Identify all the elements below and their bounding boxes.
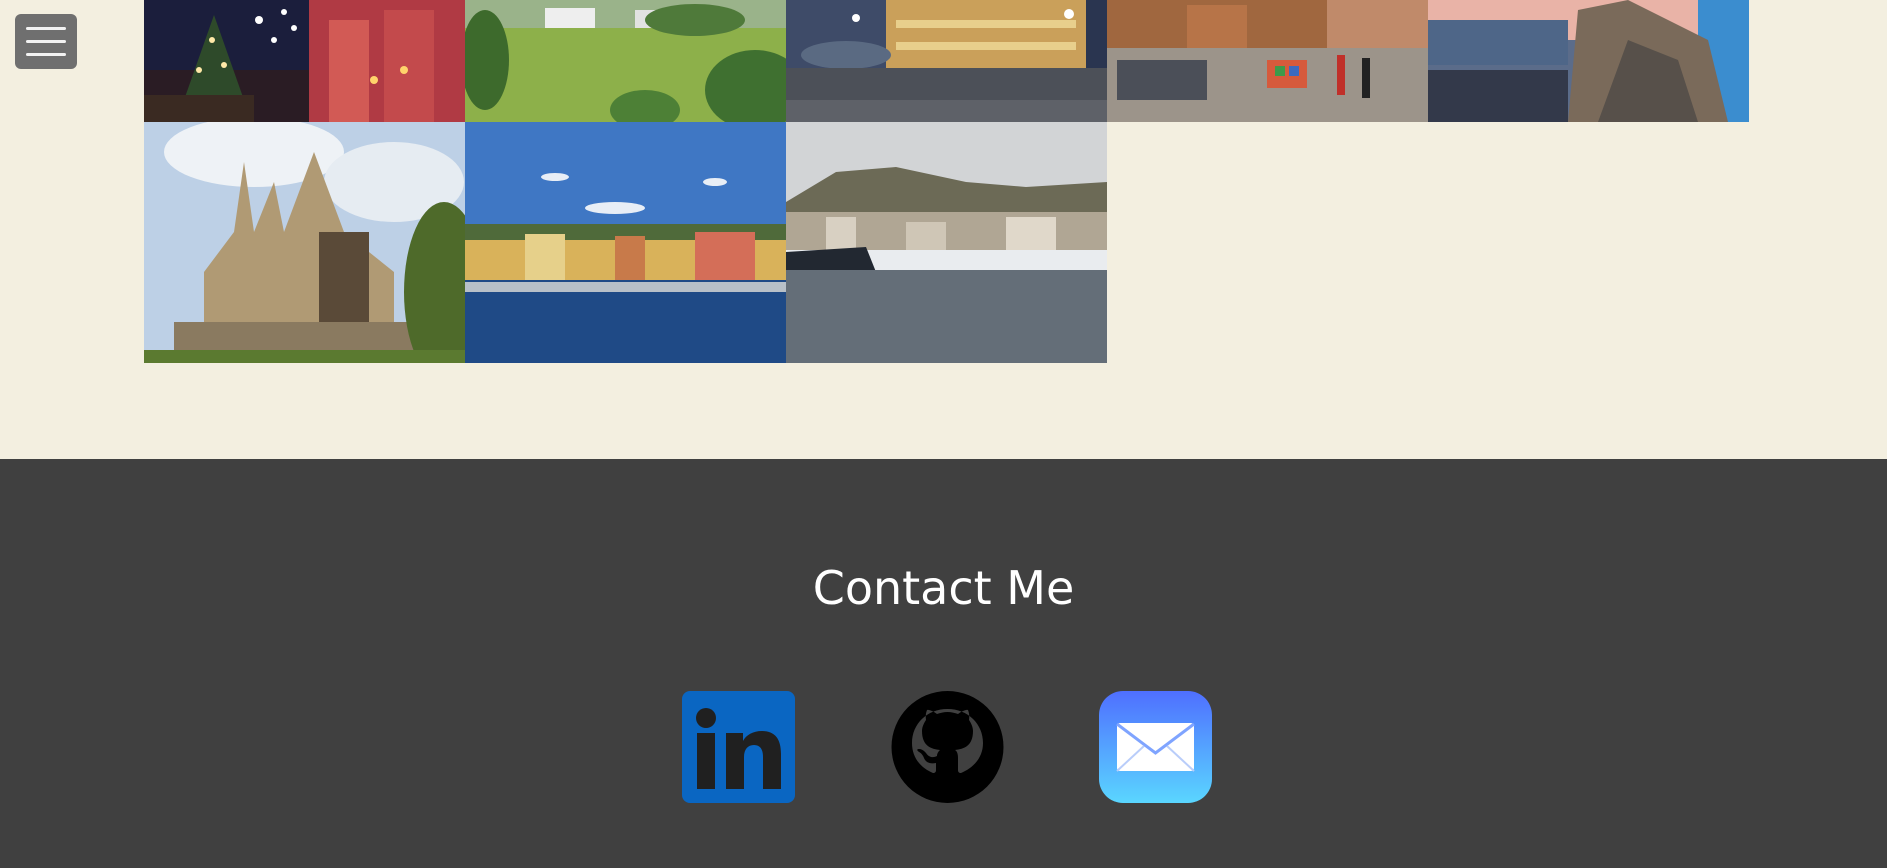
mail-icon — [1099, 691, 1212, 803]
menu-button[interactable] — [15, 14, 77, 69]
gallery-photo[interactable] — [1107, 0, 1428, 122]
gallery-photo[interactable] — [1428, 0, 1749, 122]
linkedin-icon — [682, 691, 795, 803]
email-link[interactable] — [1099, 691, 1212, 803]
gallery-photo[interactable] — [465, 0, 786, 122]
github-link[interactable] — [891, 691, 1004, 803]
gallery-photo[interactable] — [144, 122, 465, 363]
footer: Contact Me — [0, 459, 1887, 868]
hamburger-menu-icon — [26, 53, 66, 56]
hamburger-menu-icon — [26, 27, 66, 30]
hamburger-menu-icon — [26, 40, 66, 43]
gallery-photo[interactable] — [786, 0, 1107, 122]
contact-title: Contact Me — [812, 561, 1075, 615]
github-icon — [891, 691, 1004, 803]
gallery-photo[interactable] — [786, 122, 1107, 363]
gallery-photo[interactable] — [144, 0, 465, 122]
photo-gallery — [144, 0, 1750, 363]
linkedin-link[interactable] — [682, 691, 795, 803]
gallery-photo[interactable] — [465, 122, 786, 363]
